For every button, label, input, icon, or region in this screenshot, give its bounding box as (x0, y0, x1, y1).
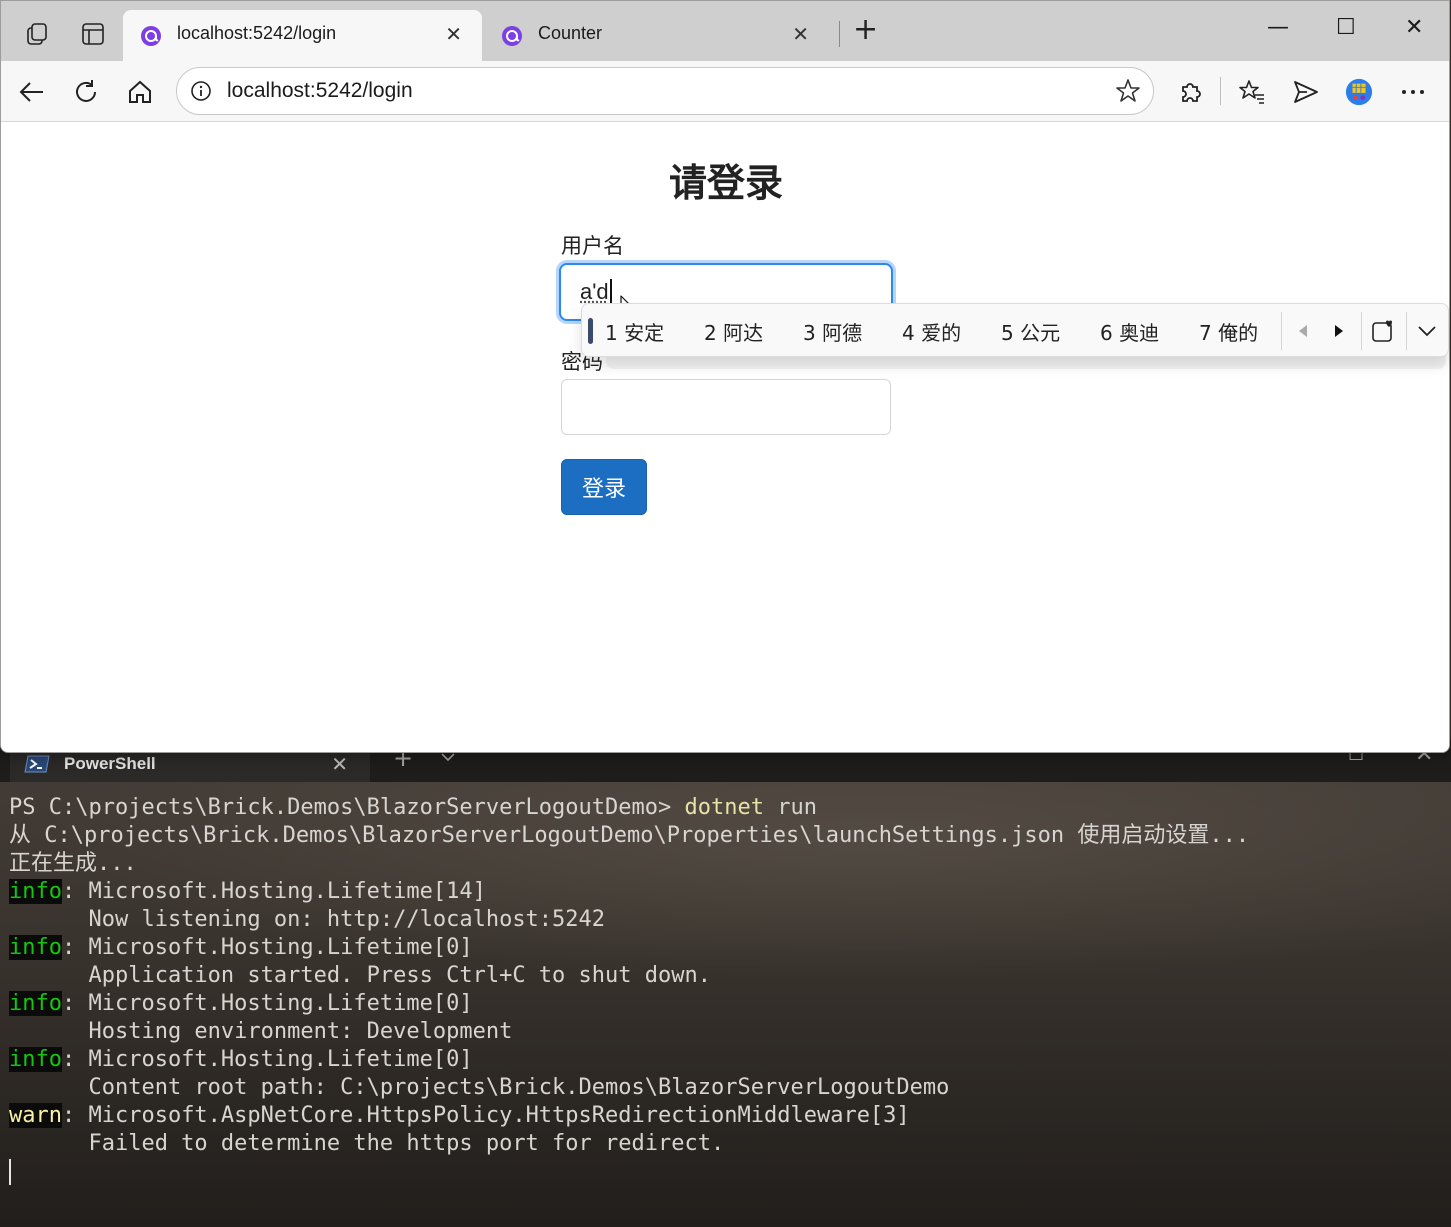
browser-toolbar: localhost:5242/login (1, 61, 1449, 122)
ime-candidate[interactable]: 7 俺的 (1199, 317, 1258, 346)
password-input[interactable] (561, 379, 891, 435)
page-title: 请登录 (668, 161, 783, 205)
terminal-line: info: Microsoft.Hosting.Lifetime[0] (9, 1046, 1439, 1074)
terminal-window: PowerShell ✕ + ☐ ✕ PS C:\projects\Brick.… (0, 740, 1451, 1227)
ime-candidate[interactable]: 1 安定 (605, 317, 664, 346)
tab-title: Counter (538, 23, 603, 43)
ime-prev-page-icon[interactable] (1291, 318, 1315, 344)
share-icon[interactable] (1292, 78, 1320, 106)
text-caret (609, 279, 612, 303)
terminal-line: Failed to determine the https port for r… (9, 1130, 1439, 1158)
terminal-command-args: run (764, 795, 817, 820)
workspaces-icon[interactable] (25, 21, 51, 47)
tab-strip: localhost:5242/login ✕ Counter ✕ + — ☐ ✕ (1, 1, 1449, 61)
terminal-text: 正在生成... (9, 851, 137, 876)
log-level-tag: info (9, 991, 62, 1016)
back-icon[interactable] (18, 78, 46, 106)
vertical-tabs-icon[interactable] (80, 21, 106, 47)
ime-candidate[interactable]: 4 爱的 (902, 317, 961, 346)
maximize-icon[interactable]: ☐ (1336, 15, 1356, 40)
tab-close-icon[interactable]: ✕ (792, 22, 809, 46)
terminal-line: 正在生成... (9, 850, 1439, 878)
ime-expand-icon[interactable] (1415, 318, 1439, 344)
terminal-output: PS C:\projects\Brick.Demos\BlazorServerL… (9, 794, 1439, 1186)
log-level-tag: info (9, 1047, 62, 1072)
log-level-tag: info (9, 879, 62, 904)
login-button[interactable]: 登录 (561, 459, 647, 515)
terminal-text: : Microsoft.Hosting.Lifetime[0] (61, 1047, 473, 1072)
url-text[interactable]: localhost:5242/login (227, 79, 413, 103)
terminal-text: : Microsoft.AspNetCore.HttpsPolicy.Https… (61, 1103, 910, 1128)
blazor-favicon-icon (500, 24, 524, 48)
ime-emoji-icon[interactable] (1371, 318, 1395, 344)
terminal-text: 从 C:\projects\Brick.Demos\BlazorServerLo… (9, 823, 1250, 848)
terminal-text: Content root path: C:\projects\Brick.Dem… (9, 1075, 950, 1100)
ime-shadow (606, 355, 1446, 369)
terminal-line: info: Microsoft.Hosting.Lifetime[0] (9, 934, 1439, 962)
terminal-line: Hosting environment: Development (9, 1018, 1439, 1046)
tab-separator (839, 21, 840, 47)
log-level-tag: warn (9, 1103, 62, 1128)
refresh-icon[interactable] (72, 78, 100, 106)
terminal-line: Content root path: C:\projects\Brick.Dem… (9, 1074, 1439, 1102)
terminal-tab-title: PowerShell (64, 754, 156, 773)
username-value: a'd (580, 279, 609, 304)
terminal-line: Now listening on: http://localhost:5242 (9, 906, 1439, 934)
blazor-favicon-icon (139, 24, 163, 48)
terminal-line: Application started. Press Ctrl+C to shu… (9, 962, 1439, 990)
terminal-tab-close-icon[interactable]: ✕ (331, 752, 348, 776)
ime-candidate[interactable]: 5 公元 (1001, 317, 1060, 346)
terminal-input-line[interactable] (9, 1158, 1439, 1186)
terminal-line: warn: Microsoft.AspNetCore.HttpsPolicy.H… (9, 1102, 1439, 1130)
favorite-star-icon[interactable] (1115, 78, 1141, 104)
minimize-icon[interactable]: — (1267, 15, 1289, 40)
home-icon[interactable] (126, 78, 154, 106)
tab-title: localhost:5242/login (177, 23, 337, 43)
ime-candidate-bar: 1 安定 2 阿达 3 阿德 4 爱的 5 公元 6 奥迪 7 俺的 (581, 303, 1449, 357)
new-tab-icon[interactable]: + (853, 15, 878, 45)
terminal-text: : Microsoft.Hosting.Lifetime[0] (61, 991, 473, 1016)
terminal-cursor (9, 1159, 11, 1185)
terminal-line: PS C:\projects\Brick.Demos\BlazorServerL… (9, 794, 1439, 822)
ime-candidate[interactable]: 6 奥迪 (1100, 317, 1159, 346)
site-info-icon[interactable] (190, 80, 212, 102)
ime-candidate[interactable]: 3 阿德 (803, 317, 862, 346)
ime-separator (1406, 312, 1407, 350)
tab-counter[interactable]: Counter ✕ (484, 10, 829, 61)
extensions-icon[interactable] (1177, 78, 1205, 106)
log-level-tag: info (9, 935, 62, 960)
terminal-text: Hosting environment: Development (9, 1019, 513, 1044)
profile-avatar-icon[interactable] (1345, 78, 1373, 106)
terminal-text: : Microsoft.Hosting.Lifetime[0] (61, 935, 473, 960)
terminal-text: : Microsoft.Hosting.Lifetime[14] (61, 879, 486, 904)
terminal-line: 从 C:\projects\Brick.Demos\BlazorServerLo… (9, 822, 1439, 850)
terminal-line: info: Microsoft.Hosting.Lifetime[14] (9, 878, 1439, 906)
ime-candidate[interactable]: 2 阿达 (704, 317, 763, 346)
terminal-text: Now listening on: http://localhost:5242 (9, 907, 606, 932)
username-label: 用户名 (561, 234, 624, 258)
terminal-prompt: PS C:\projects\Brick.Demos\BlazorServerL… (9, 795, 685, 820)
ime-separator (1361, 312, 1362, 350)
tab-close-icon[interactable]: ✕ (445, 22, 462, 46)
tab-login[interactable]: localhost:5242/login ✕ (123, 10, 482, 61)
terminal-text: Application started. Press Ctrl+C to shu… (9, 963, 711, 988)
ime-selection-indicator (588, 318, 593, 344)
browser-window: localhost:5242/login ✕ Counter ✕ + — ☐ ✕ (0, 0, 1450, 753)
more-options-icon[interactable] (1399, 78, 1427, 106)
address-bar[interactable]: localhost:5242/login (176, 67, 1154, 115)
toolbar-separator (1220, 77, 1221, 105)
terminal-command: dotnet (684, 795, 764, 820)
close-window-icon[interactable]: ✕ (1405, 15, 1423, 40)
terminal-text: Failed to determine the https port for r… (9, 1131, 725, 1156)
terminal-line: info: Microsoft.Hosting.Lifetime[0] (9, 990, 1439, 1018)
favorites-icon[interactable] (1238, 78, 1266, 106)
powershell-icon (24, 754, 50, 774)
ime-separator (1281, 312, 1282, 350)
page-content: 请登录 用户名 a'd 密码 登录 (1, 122, 1449, 752)
ime-next-page-icon[interactable] (1327, 318, 1351, 344)
